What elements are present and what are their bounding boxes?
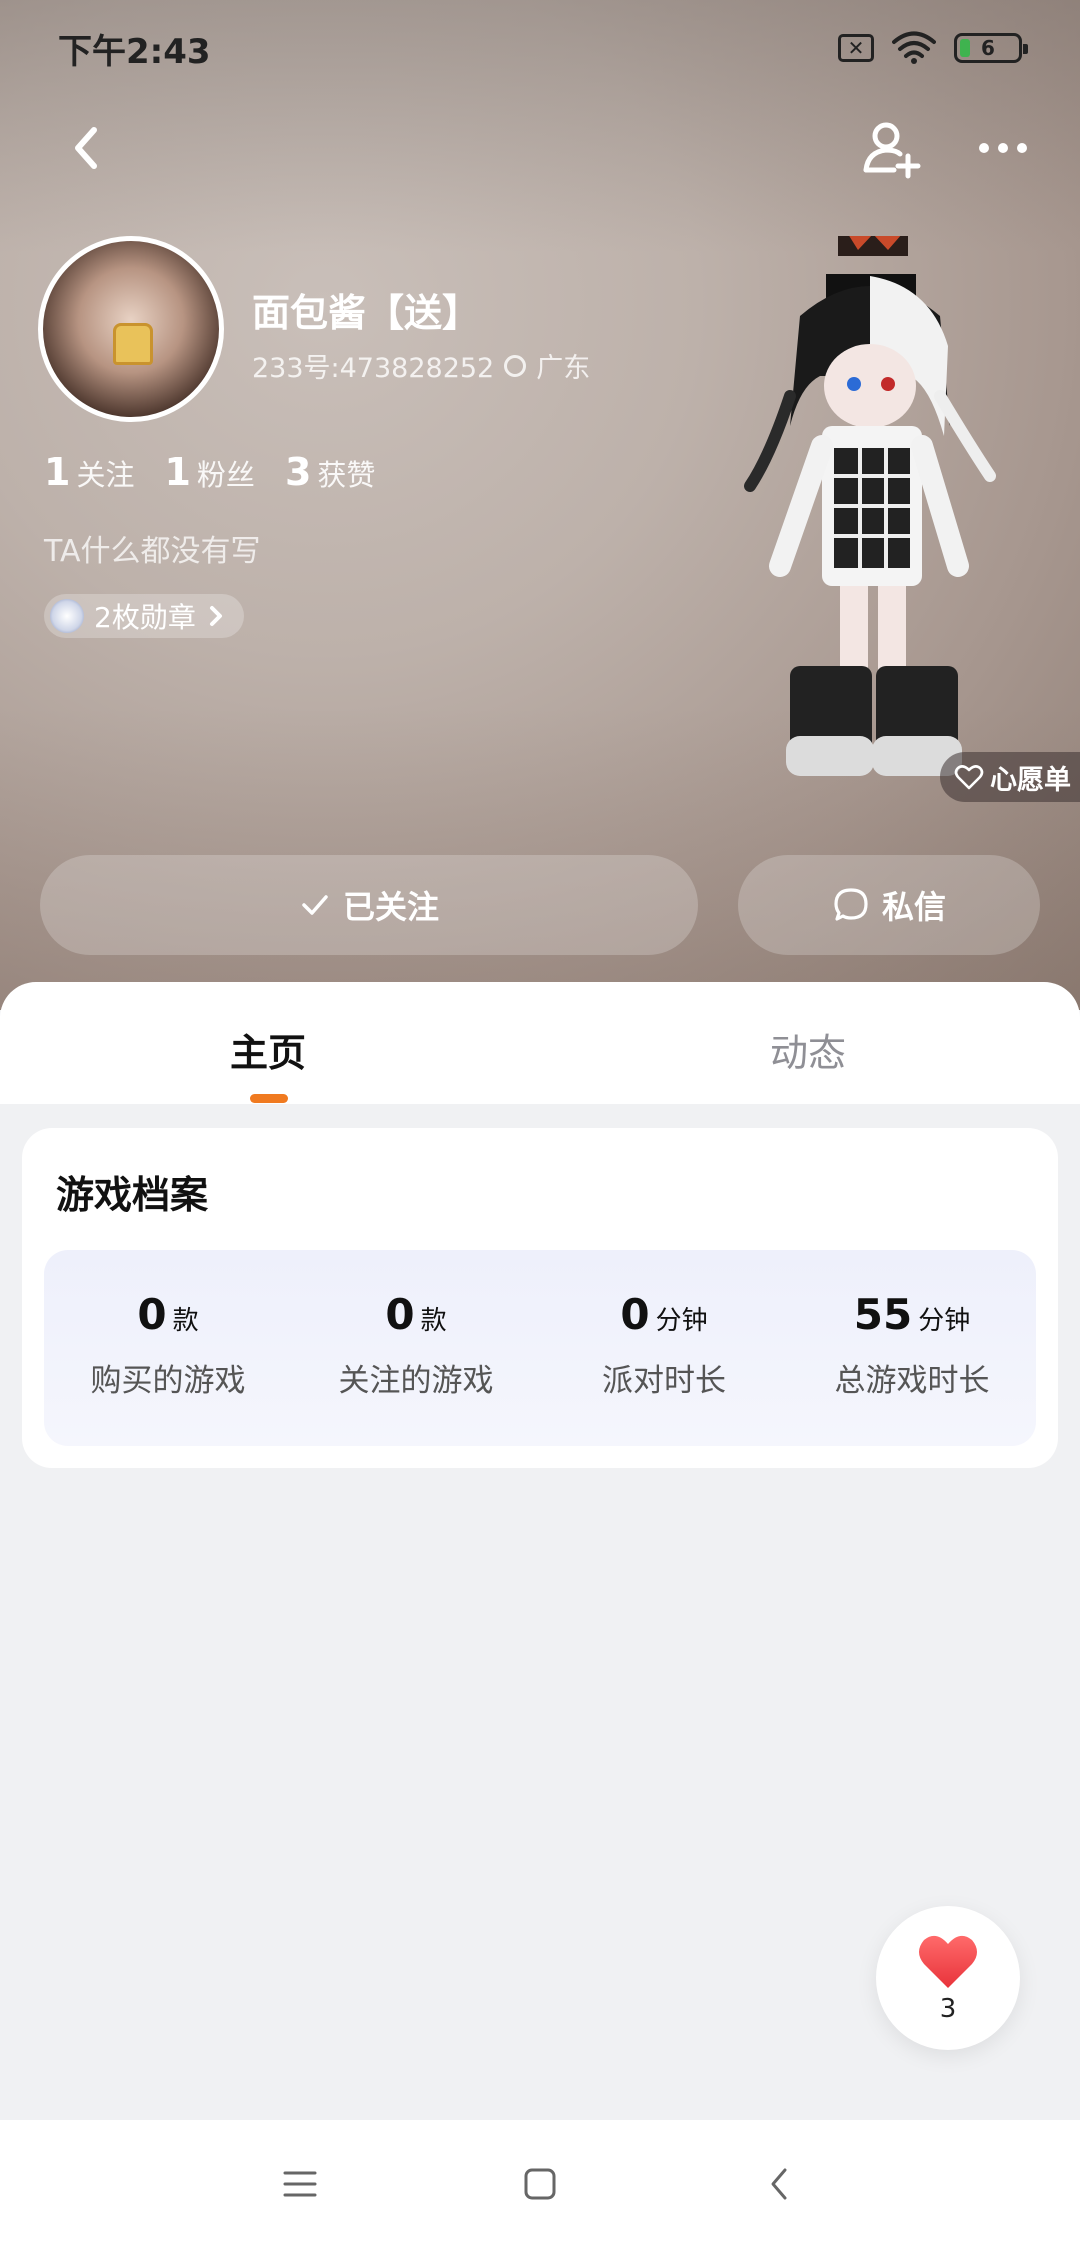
avatar-character-figure[interactable]	[730, 236, 1000, 796]
dot	[998, 143, 1008, 153]
system-navigation-bar	[0, 2120, 1080, 2248]
stat-caption: 关注的游戏	[338, 1363, 494, 1399]
stat-number: 1	[44, 450, 71, 494]
stat-value: 0	[620, 1290, 650, 1339]
chevron-right-icon	[209, 606, 222, 626]
status-icons: ✕ 6	[838, 31, 1028, 65]
tab-feed[interactable]: 动态	[770, 1022, 846, 1077]
battery-level: 6	[981, 36, 995, 60]
top-nav	[0, 110, 1080, 190]
followed-label: 已关注	[342, 888, 439, 926]
menu-icon	[283, 2171, 317, 2197]
square-home-icon	[524, 2168, 556, 2200]
stat-number: 3	[284, 450, 312, 494]
stat-label: 关注	[76, 458, 135, 492]
menu-button[interactable]	[278, 2162, 322, 2206]
back-button[interactable]	[60, 118, 120, 178]
stat-purchased-games[interactable]: 0款 购买的游戏	[44, 1290, 292, 1400]
chevron-left-icon	[771, 2168, 787, 2200]
account-line: 233号:473828252 广东	[252, 346, 590, 385]
add-user-icon	[863, 122, 921, 179]
stat-caption: 总游戏时长	[834, 1363, 990, 1399]
stat-label: 粉丝	[196, 458, 255, 492]
stat-caption: 购买的游戏	[90, 1363, 246, 1399]
stat-label: 获赞	[317, 458, 376, 492]
stat-caption: 派对时长	[602, 1363, 726, 1399]
stat-following[interactable]: 1 关注	[44, 450, 134, 494]
wishlist-button[interactable]: 心愿单	[940, 752, 1080, 802]
account-id: 233号:473828252	[252, 353, 495, 384]
stat-value: 55	[853, 1290, 913, 1339]
stat-total-play-time[interactable]: 55 分钟 总游戏时长	[788, 1290, 1036, 1400]
active-tab-indicator	[250, 1094, 288, 1103]
profile-stats: 1 关注 1 粉丝 3 获赞	[44, 450, 375, 494]
add-friend-button[interactable]	[860, 116, 926, 182]
no-sim-icon: ✕	[838, 34, 874, 62]
badge-chip[interactable]: 2枚勋章	[44, 594, 244, 638]
stat-likes[interactable]: 3 获赞	[285, 450, 375, 494]
stat-value: 0	[385, 1290, 415, 1339]
battery-icon: 6	[954, 33, 1028, 63]
medal-icon	[50, 599, 84, 633]
badge-label: 2枚勋章	[94, 601, 196, 634]
nickname: 面包酱【送】	[252, 291, 481, 335]
heart-icon	[919, 1935, 977, 1988]
stat-unit: 款	[172, 1306, 199, 1336]
status-time: 下午2:43	[58, 31, 211, 72]
tab-home[interactable]: 主页	[230, 1022, 306, 1077]
stat-followed-games[interactable]: 0款 关注的游戏	[292, 1290, 540, 1400]
wifi-icon	[892, 31, 936, 64]
wishlist-label: 心愿单	[990, 764, 1071, 796]
stat-party-time[interactable]: 0 分钟 派对时长	[540, 1290, 788, 1400]
stat-value: 0	[137, 1290, 167, 1339]
followed-button[interactable]: 已关注	[40, 855, 698, 955]
like-button[interactable]: 3	[876, 1906, 1020, 2050]
location-text: 广东	[536, 353, 591, 384]
location-icon	[504, 354, 527, 377]
system-back-button[interactable]	[758, 2162, 802, 2206]
home-button[interactable]	[518, 2162, 562, 2206]
avatar-toast-graphic	[113, 323, 153, 365]
like-count: 3	[939, 1994, 957, 2024]
status-bar: 下午2:43 ✕ 6	[0, 0, 1080, 96]
message-button[interactable]: 私信	[738, 855, 1040, 955]
card-title: 游戏档案	[56, 1173, 209, 1217]
bio: TA什么都没有写	[44, 534, 261, 569]
check-icon	[302, 895, 328, 915]
avatar[interactable]	[38, 236, 224, 422]
game-profile-card: 游戏档案 0款 购买的游戏 0款 关注的游戏 0 分钟 派对时长 55 分钟 总游戏…	[22, 1128, 1058, 1468]
game-stats-panel: 0款 购买的游戏 0款 关注的游戏 0 分钟 派对时长 55 分钟 总游戏时长	[44, 1250, 1036, 1446]
dot	[1017, 143, 1027, 153]
profile-tabs: 主页 动态	[0, 982, 1080, 1104]
dot	[979, 143, 989, 153]
heart-outline-icon	[954, 765, 984, 790]
stat-unit: 分钟	[918, 1306, 971, 1336]
stat-unit: 款	[420, 1306, 447, 1336]
chevron-left-icon	[75, 127, 97, 169]
chat-bubble-icon	[834, 888, 868, 921]
more-options-button[interactable]	[970, 128, 1036, 168]
stat-unit: 分钟	[655, 1306, 708, 1336]
stat-number: 1	[164, 450, 191, 494]
stat-followers[interactable]: 1 粉丝	[164, 450, 254, 494]
message-label: 私信	[881, 888, 946, 926]
